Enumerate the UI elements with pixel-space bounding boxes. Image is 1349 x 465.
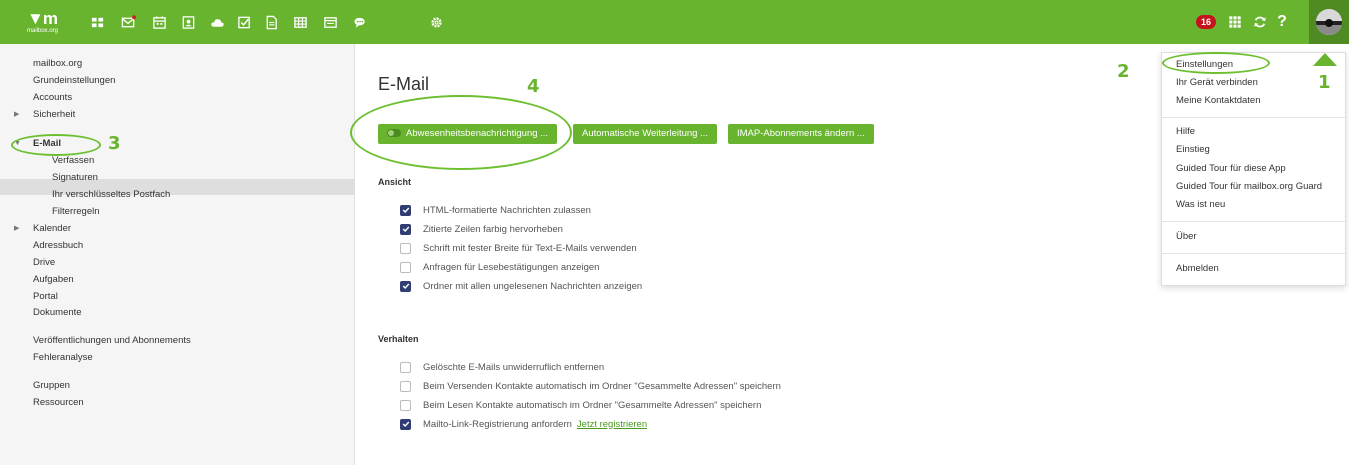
app-launcher-icon[interactable]	[1226, 12, 1244, 32]
checkbox[interactable]	[400, 223, 411, 235]
sidebar-item-sicherheit[interactable]: Sicherheit	[33, 109, 75, 121]
option-kontakte-versenden[interactable]: Beim Versenden Kontakte automatisch im O…	[400, 379, 781, 393]
calendar-icon[interactable]	[150, 13, 168, 31]
sidebar-item-kalender[interactable]: Kalender	[33, 223, 71, 235]
menu-divider	[1162, 221, 1345, 222]
option-kontakte-lesen[interactable]: Beim Lesen Kontakte automatisch im Ordne…	[400, 398, 761, 412]
checkbox[interactable]	[400, 242, 411, 254]
sidebar-item-veroeffentlichungen[interactable]: Veröffentlichungen und Abonnements	[33, 335, 191, 347]
sidebar-item-signaturen[interactable]: Signaturen	[52, 172, 98, 184]
settings-icon[interactable]	[427, 13, 445, 31]
sidebar-item-fehleranalyse[interactable]: Fehleranalyse	[33, 352, 93, 364]
sidebar-item-portal[interactable]: Portal	[33, 291, 58, 303]
checkbox[interactable]	[400, 361, 411, 373]
menu-item-einstieg[interactable]: Einstieg	[1176, 144, 1210, 156]
annotation-ellipse-einstellungen	[1162, 52, 1270, 74]
mail-icon[interactable]	[119, 13, 137, 31]
sidebar-item-drive[interactable]: Drive	[33, 257, 55, 269]
menu-item-ueber[interactable]: Über	[1176, 231, 1197, 243]
menu-item-kontaktdaten[interactable]: Meine Kontaktdaten	[1176, 95, 1261, 107]
menu-item-abmelden[interactable]: Abmelden	[1176, 263, 1219, 275]
option-html-nachrichten[interactable]: HTML-formatierte Nachrichten zulassen	[400, 203, 591, 217]
caret-right-icon[interactable]: ▶	[14, 109, 19, 121]
menu-item-guided-tour-app[interactable]: Guided Tour für diese App	[1176, 163, 1286, 175]
logo-text: mailbox.org	[27, 28, 59, 34]
sidebar-item-dokumente[interactable]: Dokumente	[33, 307, 82, 319]
option-label: Ordner mit allen ungelesenen Nachrichten…	[423, 280, 643, 292]
notification-badge[interactable]: 16	[1196, 15, 1216, 29]
contacts-icon[interactable]	[179, 13, 197, 31]
sidebar-item-mailbox-org[interactable]: mailbox.org	[33, 58, 82, 70]
option-lesebestaetigungen[interactable]: Anfragen für Lesebestätigungen anzeigen	[400, 260, 599, 274]
apps-icon[interactable]	[88, 13, 106, 31]
sidebar-item-gruppen[interactable]: Gruppen	[33, 380, 70, 392]
checkbox[interactable]	[400, 261, 411, 273]
help-icon[interactable]: ?	[1275, 12, 1289, 32]
jetzt-registrieren-link[interactable]: Jetzt registrieren	[577, 419, 647, 430]
menu-divider	[1162, 253, 1345, 254]
avatar	[1316, 9, 1342, 35]
sidebar-item-verschluesseltes-postfach[interactable]: Ihr verschlüsseltes Postfach	[52, 189, 170, 201]
annotation-ellipse-abwesenheit	[350, 95, 572, 170]
option-label: Zitierte Zeilen farbig hervorheben	[423, 223, 563, 235]
section-heading-verhalten: Verhalten	[378, 334, 419, 344]
cloud-icon[interactable]	[208, 13, 226, 31]
annotation-number-4: 4	[527, 76, 540, 97]
option-label: Mailto-Link-Registrierung anfordern	[423, 418, 572, 430]
checkbox[interactable]	[400, 280, 411, 292]
annotation-ellipse-email	[11, 134, 101, 156]
option-feste-breite[interactable]: Schrift mit fester Breite für Text-E-Mai…	[400, 241, 637, 255]
menu-item-was-ist-neu[interactable]: Was ist neu	[1176, 199, 1225, 211]
sidebar-item-filterregeln[interactable]: Filterregeln	[52, 206, 100, 218]
chat-icon[interactable]	[351, 13, 369, 31]
settings-sidebar: mailbox.org Grundeinstellungen Accounts …	[0, 44, 355, 465]
sidebar-item-accounts[interactable]: Accounts	[33, 92, 72, 104]
sidebar-item-verfassen[interactable]: Verfassen	[52, 155, 94, 167]
menu-item-geraet-verbinden[interactable]: Ihr Gerät verbinden	[1176, 77, 1258, 89]
sidebar-item-grundeinstellungen[interactable]: Grundeinstellungen	[33, 75, 115, 87]
sidebar-item-adressbuch[interactable]: Adressbuch	[33, 240, 83, 252]
account-menu-button[interactable]	[1309, 0, 1349, 44]
option-label: Schrift mit fester Breite für Text-E-Mai…	[423, 242, 637, 254]
sidebar-item-ressourcen[interactable]: Ressourcen	[33, 397, 84, 409]
menu-divider	[1162, 117, 1345, 118]
option-label: Anfragen für Lesebestätigungen anzeigen	[423, 261, 600, 273]
checkbox[interactable]	[400, 380, 411, 392]
weiterleitung-button[interactable]: Automatische Weiterleitung ...	[573, 124, 718, 144]
annotation-arrow-up	[1313, 53, 1337, 66]
option-label: Gelöschte E-Mails unwiderruflich entfern…	[423, 361, 605, 373]
option-label: Beim Lesen Kontakte automatisch im Ordne…	[423, 399, 762, 411]
option-label: Beim Versenden Kontakte automatisch im O…	[423, 380, 781, 392]
option-zitierte-zeilen[interactable]: Zitierte Zeilen farbig hervorheben	[400, 222, 563, 236]
option-ungelesene-ordner[interactable]: Ordner mit allen ungelesenen Nachrichten…	[400, 279, 642, 293]
checkbox[interactable]	[400, 399, 411, 411]
imap-abonnements-button[interactable]: IMAP-Abonnements ändern ...	[728, 124, 874, 144]
menu-item-guided-tour-guard[interactable]: Guided Tour für mailbox.org Guard	[1176, 181, 1322, 193]
tasks-icon[interactable]	[235, 13, 253, 31]
annotation-number-1: 1	[1318, 72, 1331, 93]
checkbox[interactable]	[400, 204, 411, 216]
spreadsheet-icon[interactable]	[291, 13, 309, 31]
option-mailto-registrierung[interactable]: Mailto-Link-Registrierung anfordern Jetz…	[400, 417, 647, 431]
annotation-number-3: 3	[108, 133, 121, 154]
top-bar: ▼m mailbox.org 16 ?	[0, 0, 1349, 44]
sidebar-item-aufgaben[interactable]: Aufgaben	[33, 274, 74, 286]
checkbox[interactable]	[400, 418, 411, 430]
option-label: HTML-formatierte Nachrichten zulassen	[423, 204, 591, 216]
annotation-number-2: 2	[1117, 61, 1130, 82]
mailbox-logo[interactable]: ▼m mailbox.org	[27, 10, 59, 35]
menu-item-hilfe[interactable]: Hilfe	[1176, 126, 1195, 138]
documents-icon[interactable]	[262, 13, 280, 31]
refresh-icon[interactable]	[1251, 12, 1269, 32]
page-title: E-Mail	[378, 74, 430, 94]
option-geloeschte-emails[interactable]: Gelöschte E-Mails unwiderruflich entfern…	[400, 360, 604, 374]
presentation-icon[interactable]	[321, 13, 339, 31]
section-heading-ansicht: Ansicht	[378, 177, 412, 187]
caret-right-icon[interactable]: ▶	[14, 223, 19, 235]
